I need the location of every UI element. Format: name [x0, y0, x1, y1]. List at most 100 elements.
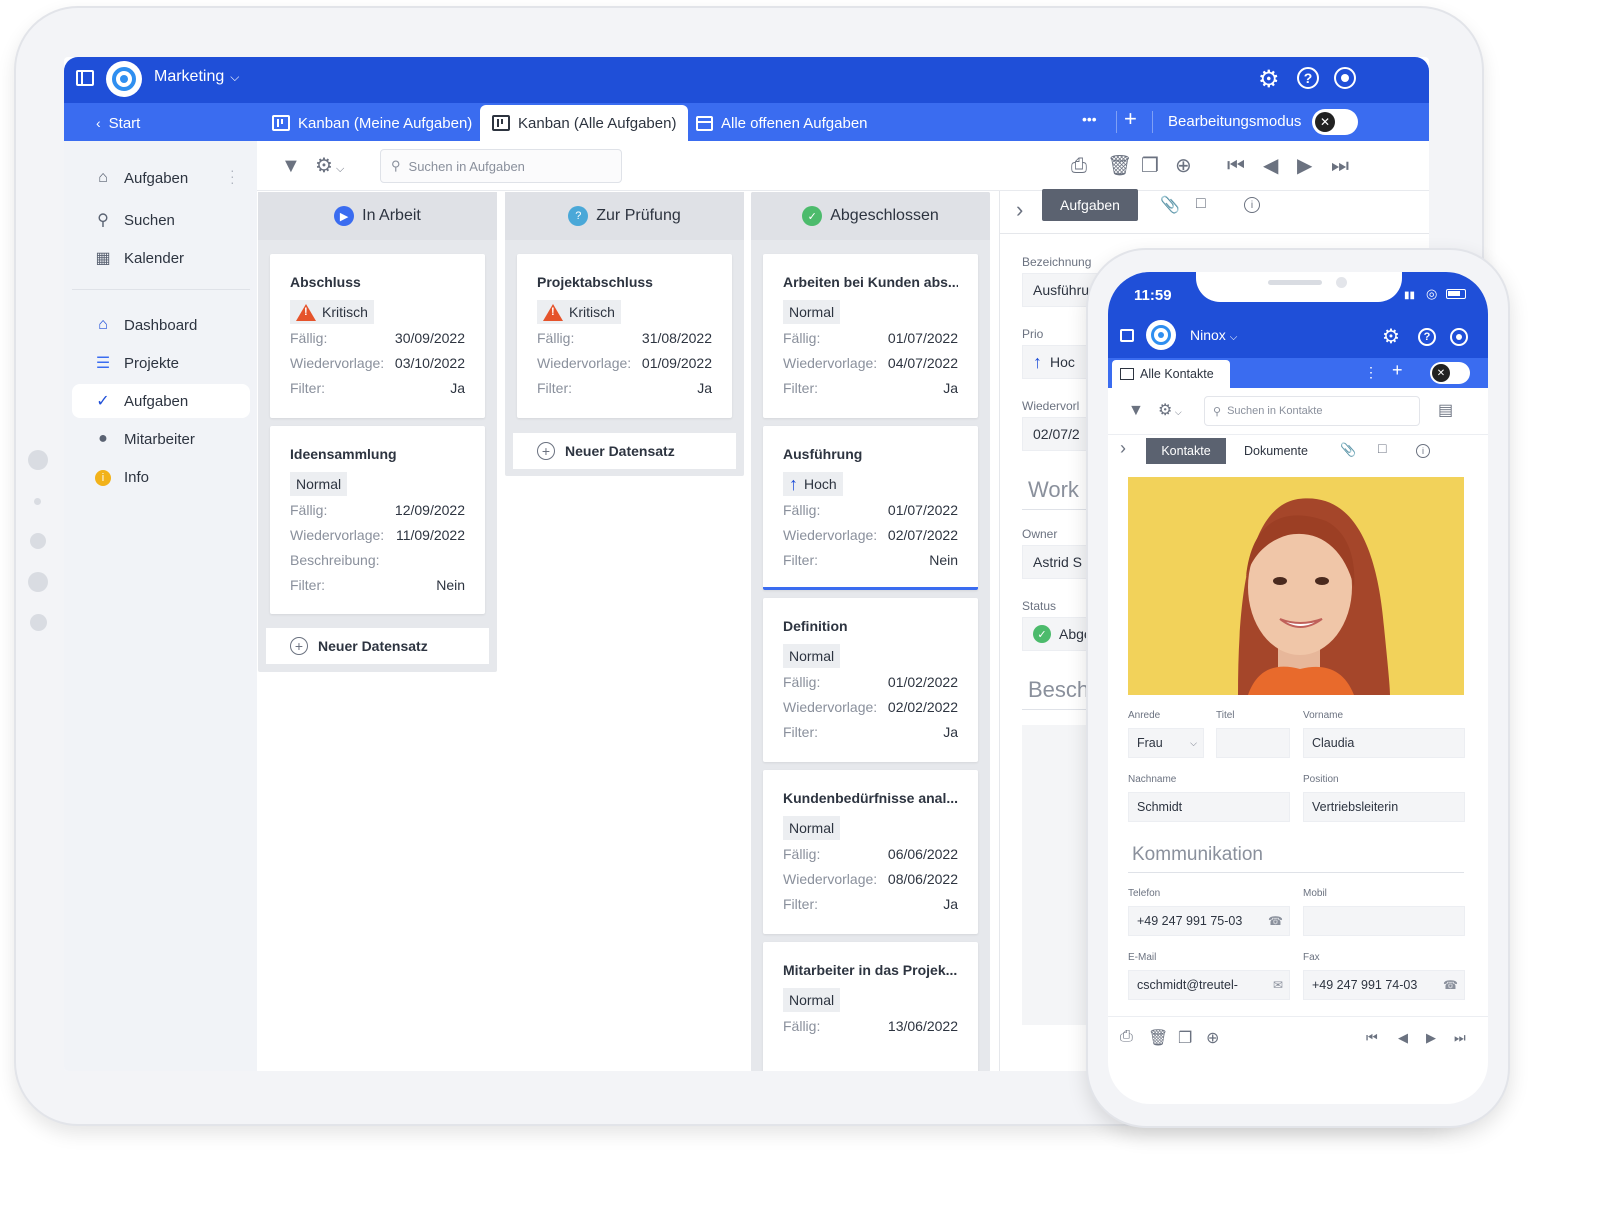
last-record-icon[interactable]: ⏭ [1331, 154, 1349, 178]
detail-tab-kontakte[interactable]: Kontakte [1146, 438, 1226, 464]
tab-kanban-alle[interactable]: Kanban (Alle Aufgaben) [480, 105, 689, 141]
kanban-card[interactable]: Kundenbedürfnisse anal... Normal Fällig:… [763, 770, 978, 934]
filter-icon[interactable]: ▼ [1128, 402, 1144, 420]
first-record-icon[interactable]: ⏮ [1366, 1030, 1378, 1046]
field-value: Ja [943, 724, 958, 740]
next-record-icon[interactable]: ▶ [1297, 154, 1312, 178]
tab-alle-kontakte[interactable]: Alle Kontakte [1112, 360, 1230, 388]
new-record-button[interactable]: + Neuer Datensatz [266, 628, 489, 664]
attachment-icon[interactable]: 📎 [1160, 195, 1180, 215]
search-input[interactable]: ⚲ Suchen in Kontakte [1204, 396, 1420, 426]
nachname-field[interactable]: Schmidt [1128, 792, 1290, 822]
check-icon: ✓ [802, 206, 823, 226]
mail-icon[interactable]: ✉ [1273, 978, 1283, 992]
tab-kanban-meine[interactable]: Kanban (Meine Aufgaben) [260, 105, 484, 141]
kanban-icon [492, 115, 510, 131]
arrow-up-icon: ↑ [1033, 351, 1042, 372]
account-icon[interactable] [1334, 67, 1356, 89]
sidebar-item-projekte[interactable]: ☰ Projekte [72, 346, 250, 380]
previous-record-icon[interactable]: ◀ [1398, 1030, 1408, 1046]
add-tab-button[interactable]: + [1392, 360, 1403, 381]
print-icon[interactable]: ⎙ [1071, 154, 1087, 178]
back-start-link[interactable]: ‹ Start [84, 105, 152, 141]
sidebar-item-suchen[interactable]: ⚲ Suchen [72, 203, 250, 237]
detail-tab-dokumente[interactable]: Dokumente [1244, 444, 1308, 458]
new-record-button[interactable]: + Neuer Datensatz [513, 433, 736, 469]
anrede-select[interactable]: Frau ⌵ [1128, 728, 1204, 758]
vorname-field[interactable]: Claudia [1303, 728, 1465, 758]
copy-icon[interactable]: ❐ [1141, 154, 1159, 178]
trash-icon[interactable]: 🗑 [1148, 1028, 1168, 1048]
tab-alle-offenen[interactable]: Alle offenen Aufgaben [684, 105, 880, 141]
kanban-card[interactable]: Mitarbeiter in das Projek... Normal Fäll… [763, 942, 978, 1071]
next-record-icon[interactable]: ▶ [1426, 1030, 1436, 1046]
chevron-right-icon[interactable]: › [1120, 438, 1126, 459]
sidebar-toggle-icon[interactable] [1120, 329, 1134, 342]
settings-icon[interactable]: ⚙ [1258, 65, 1280, 94]
sidebar-item-label: Suchen [124, 211, 175, 229]
phone-icon[interactable]: ☎ [1268, 914, 1283, 928]
search-input[interactable]: ⚲ Suchen in Aufgaben [380, 149, 622, 183]
attachment-icon[interactable]: 📎 [1340, 442, 1356, 458]
help-icon[interactable]: ? [1418, 328, 1436, 346]
email-field[interactable]: cschmidt@treutel- ✉ [1128, 970, 1290, 1000]
add-circle-icon[interactable]: ⊕ [1175, 154, 1192, 178]
settings-icon[interactable]: ⚙ ⌵ [315, 154, 344, 181]
phone-icon[interactable]: ☎ [1443, 978, 1458, 992]
more-vertical-icon[interactable]: · · · [230, 163, 235, 189]
settings-icon[interactable]: ⚙ [1382, 324, 1400, 349]
comment-icon[interactable]: □ [1378, 440, 1386, 456]
sidebar-item-kalender[interactable]: ▦ Kalender [72, 241, 250, 275]
more-vertical-icon[interactable]: ⋮ [1364, 364, 1378, 381]
workspace-selector[interactable]: Ninox ⌵ [1190, 327, 1237, 343]
first-record-icon[interactable]: ⏮ [1227, 154, 1245, 178]
sidebar-item-info[interactable]: i Info [72, 460, 250, 494]
info-icon[interactable]: i [1244, 197, 1260, 213]
kanban-card[interactable]: Abschluss Kritisch Fällig: 30/09/2022 Wie… [270, 254, 485, 418]
previous-record-icon[interactable]: ◀ [1263, 154, 1278, 178]
trash-icon[interactable]: 🗑 [1107, 154, 1132, 178]
help-icon[interactable]: ? [1297, 67, 1319, 89]
filter-icon[interactable]: ▼ [281, 154, 301, 178]
copy-icon[interactable]: ❐ [1178, 1028, 1192, 1048]
workspace-selector[interactable]: Marketing ⌵ [154, 68, 239, 86]
field-label: Wiedervorl [1022, 399, 1080, 413]
column-header: ? Zur Prüfung [505, 192, 744, 240]
sidebar-item-mitarbeiter[interactable]: ● Mitarbeiter [72, 422, 250, 456]
add-tab-button[interactable]: + [1124, 106, 1137, 132]
last-record-icon[interactable]: ⏭ [1454, 1030, 1466, 1046]
search-icon: ⚲ [1213, 405, 1222, 418]
more-tabs-button[interactable]: ••• [1082, 111, 1097, 127]
info-icon[interactable]: i [1416, 444, 1430, 458]
chevron-right-icon[interactable]: › [1016, 197, 1023, 223]
kanban-card[interactable]: Ideensammlung Normal Fällig: 12/09/2022 W… [270, 426, 485, 614]
field-value: Nein [436, 577, 465, 593]
field-value: 01/02/2022 [887, 674, 958, 690]
kanban-card[interactable]: Projektabschluss Kritisch Fällig: 31/08/2… [517, 254, 732, 418]
edit-mode-toggle[interactable]: ✕ [1312, 109, 1358, 135]
telefon-field[interactable]: +49 247 991 75-03 ☎ [1128, 906, 1290, 936]
account-icon[interactable] [1450, 328, 1468, 346]
field-label: E-Mail [1128, 952, 1157, 963]
comment-icon[interactable]: □ [1196, 195, 1206, 213]
sidebar-toggle-icon[interactable] [76, 70, 94, 86]
sidebar-item-aufgaben[interactable]: ✓ Aufgaben [72, 384, 250, 418]
detail-tab-aufgaben[interactable]: Aufgaben [1042, 189, 1138, 221]
titel-field[interactable] [1216, 728, 1290, 758]
fax-field[interactable]: +49 247 991 74-03 ☎ [1303, 970, 1465, 1000]
add-circle-icon[interactable]: ⊕ [1206, 1028, 1219, 1048]
field-value: 06/06/2022 [887, 846, 958, 862]
sidebar-item-aufgaben-home[interactable]: ⌂ Aufgaben [72, 161, 250, 195]
priority-label: Hoch [804, 476, 837, 492]
mobil-field[interactable] [1303, 906, 1465, 936]
position-field[interactable]: Vertriebsleiterin [1303, 792, 1465, 822]
kanban-card[interactable]: Ausführung ↑ Hoch Fällig: 01/07/2022 Wiede… [763, 426, 978, 590]
kanban-card[interactable]: Definition Normal Fällig: 01/02/2022 Wied… [763, 598, 978, 762]
print-icon[interactable]: ⎙ [1120, 1028, 1133, 1046]
kanban-card[interactable]: Arbeiten bei Kunden abs... Normal Fällig… [763, 254, 978, 418]
edit-mode-toggle[interactable]: ✕ [1430, 362, 1470, 384]
layout-icon[interactable]: ▤ [1438, 400, 1453, 420]
sidebar-item-dashboard[interactable]: ⌂ Dashboard [72, 308, 250, 342]
battery-icon [1446, 289, 1466, 299]
settings-icon[interactable]: ⚙ ⌵ [1158, 400, 1182, 420]
